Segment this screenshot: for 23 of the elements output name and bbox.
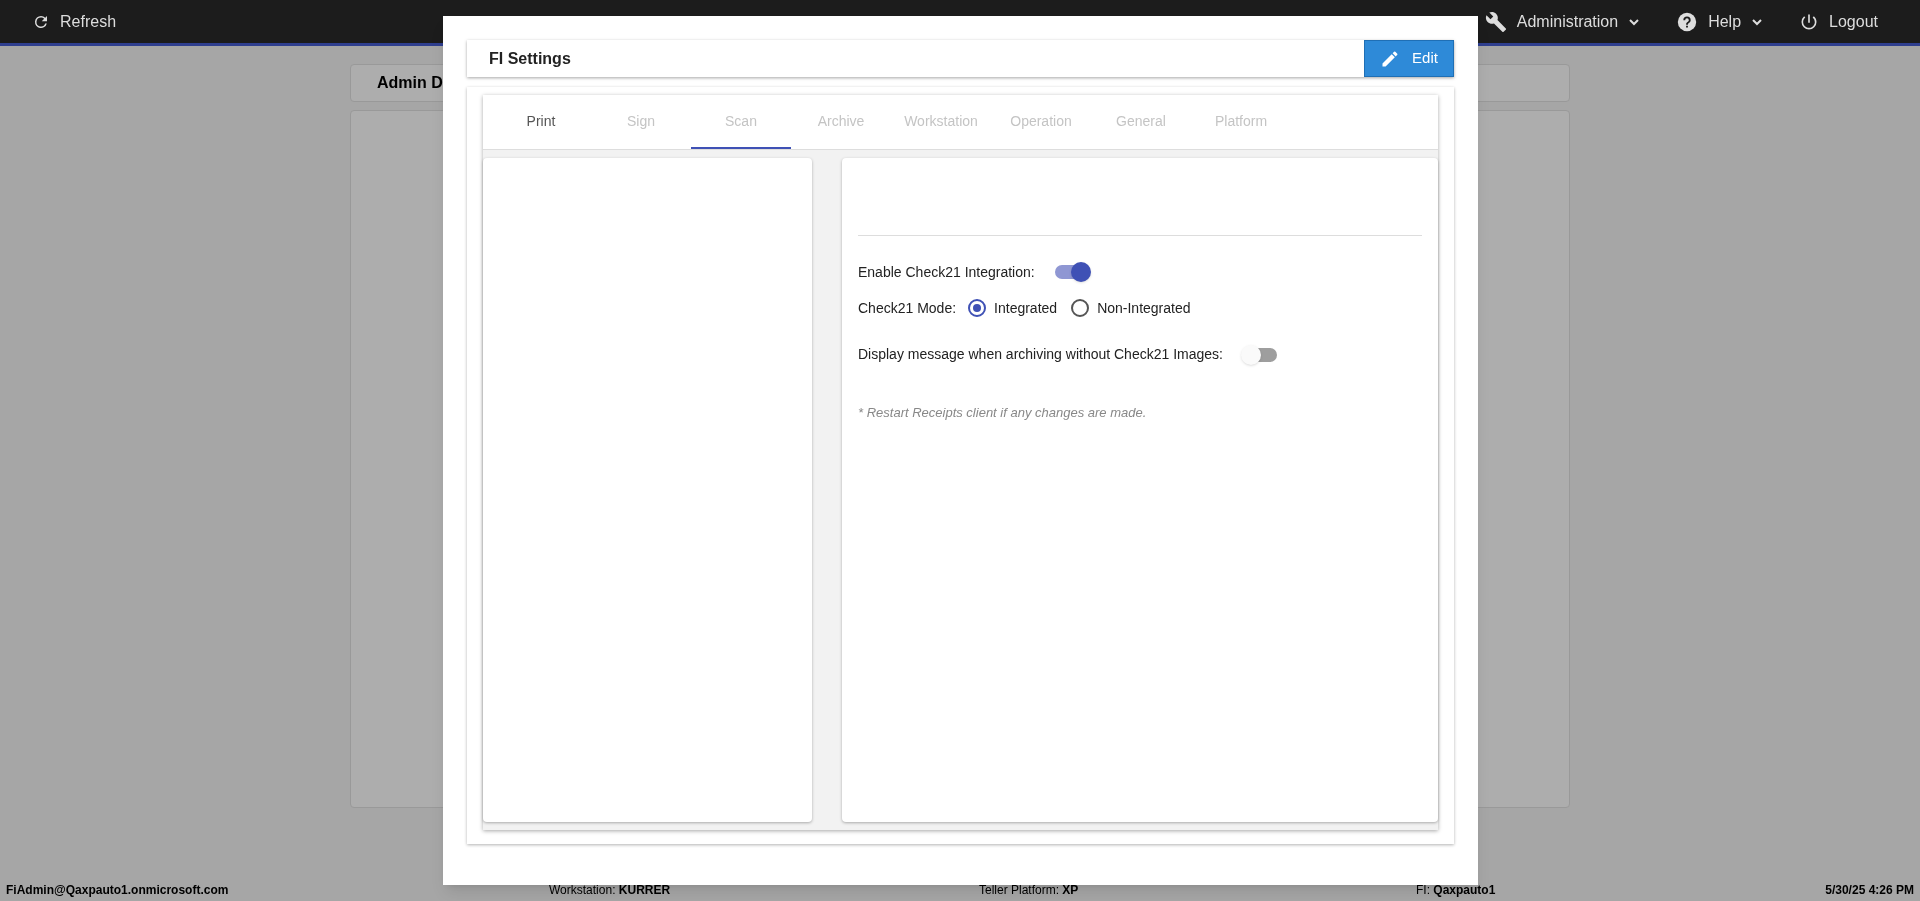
status-text: FI: Qaxpauto1 (1416, 882, 1497, 899)
refresh-button[interactable]: Refresh (32, 9, 117, 34)
wrench-icon (1484, 10, 1507, 33)
tab[interactable]: Print (491, 95, 591, 149)
status-text: 5/30/25 4:26 PM (1825, 882, 1914, 899)
radio-option[interactable]: Non-Integrated (1071, 297, 1191, 319)
page-title: Admin D (377, 73, 443, 93)
status-text: Workstation: KURRER (549, 882, 672, 899)
status-text: Teller Platform: XP (979, 882, 1080, 899)
note-text: * Restart Receipts client if any changes are made. (858, 404, 1148, 422)
setting-label: Enable Check21 Integration: (858, 262, 1035, 282)
setting-label: Check21 Mode: (858, 298, 957, 318)
radio-option[interactable]: Integrated (968, 297, 1058, 319)
help-button[interactable]: Help (1676, 9, 1764, 34)
power-button[interactable]: Logout (1799, 9, 1878, 34)
toggle-switch[interactable] (1242, 347, 1277, 362)
status-text: FiAdmin@Qaxpauto1.onmicrosoft.com (6, 882, 230, 899)
wrench-button[interactable]: Administration (1484, 9, 1641, 34)
dialog-title: FI Settings (489, 48, 571, 69)
toggle-switch[interactable] (1054, 265, 1089, 279)
setting-label: Display message when archiving without Check21 Images: (858, 345, 1223, 364)
help-icon (1676, 10, 1699, 33)
edit-button[interactable]: Edit (1364, 40, 1454, 77)
